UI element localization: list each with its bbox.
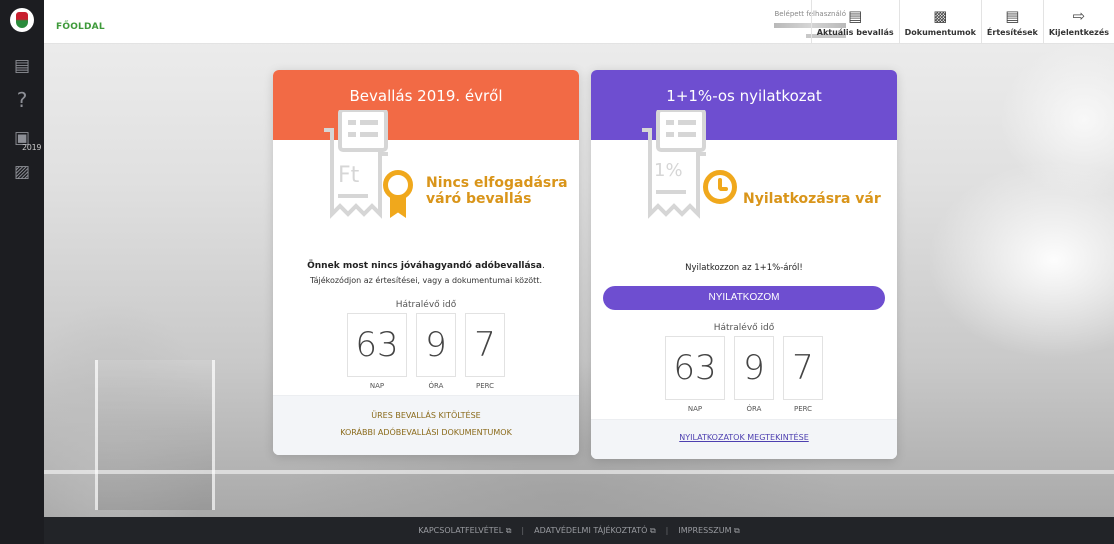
imprint-link[interactable]: IMPRESSZUM ⧉: [678, 526, 739, 536]
privacy-label: ADATVÉDELMI TÁJÉKOZTATÓ: [534, 525, 648, 535]
nav-logout[interactable]: ⇨ Kijelentkezés: [1042, 0, 1114, 44]
card-footer: ÜRES BEVALLÁS KITÖLTÉSE KORÁBBI ADÓBEVAL…: [273, 395, 579, 455]
calendar-icon[interactable]: ▣ 2019: [8, 126, 42, 152]
minutes-value: 7: [783, 336, 823, 400]
document-search-icon: ▤: [848, 6, 863, 25]
countdown-units: NAP ÓRA PERC: [591, 405, 897, 413]
nav-label: Dokumentumok: [904, 27, 976, 37]
current-return-icon[interactable]: ▤: [8, 54, 36, 78]
logout-icon: ⇨: [1072, 6, 1086, 25]
minutes-value: 7: [465, 313, 505, 377]
card-footer: NYILATKOZATOK MEGTEKINTÉSE: [591, 419, 897, 459]
svg-text:1%: 1%: [654, 160, 683, 181]
page-footer: KAPCSOLATFELVÉTEL ⧉ | ADATVÉDELMI TÁJÉKO…: [44, 517, 1114, 544]
nav-label: Értesítések: [986, 27, 1038, 37]
notification-icon: ▤: [1005, 6, 1020, 25]
countdown-units: NAP ÓRA PERC: [273, 382, 579, 390]
year-badge: 2019: [22, 143, 42, 152]
sidebar: ▤ ? ▣ 2019 ▨: [0, 0, 44, 544]
remaining-label: Hátralévő idő: [713, 323, 775, 333]
home-link[interactable]: FŐOLDAL: [56, 22, 105, 32]
days-value: 63: [665, 336, 725, 400]
view-declarations-link[interactable]: NYILATKOZATOK MEGTEKINTÉSE: [591, 433, 897, 442]
info-text: Nyilatkozzon az 1+1%-áról!: [685, 263, 803, 273]
table-decoration: [44, 470, 1114, 474]
separator: |: [521, 526, 525, 535]
empty-return-link[interactable]: ÜRES BEVALLÁS KITÖLTÉSE: [273, 411, 579, 420]
svg-text:Ft: Ft: [338, 163, 360, 188]
documents-icon: ▩: [933, 6, 948, 25]
previous-documents-link[interactable]: KORÁBBI ADÓBEVALLÁSI DOKUMENTUMOK: [273, 428, 579, 437]
unit-days: NAP: [369, 382, 385, 390]
contact-link[interactable]: KAPCSOLATFELVÉTEL ⧉: [418, 526, 511, 536]
pledge-document-illustration: 1%: [642, 110, 706, 219]
top-bar: FŐOLDAL Belépett felhasználó ▤ Aktuális …: [44, 0, 1114, 44]
status-text: Nyilatkozásra vár: [743, 191, 881, 207]
archive-icon[interactable]: ▨: [8, 160, 36, 184]
hours-value: 9: [734, 336, 774, 400]
unit-days: NAP: [687, 405, 703, 413]
unit-minutes: PERC: [793, 405, 813, 413]
unit-hours: ÓRA: [746, 405, 762, 413]
nav-label: Kijelentkezés: [1048, 27, 1109, 37]
tax-document-illustration: Ft: [324, 110, 388, 219]
contact-label: KAPCSOLATFELVÉTEL: [418, 525, 504, 535]
info-subtext: Tájékozódjon az értesítései, vagy a doku…: [310, 276, 542, 285]
status-text: Nincs elfogadásra váró bevallás: [426, 175, 568, 207]
award-icon: [383, 170, 413, 200]
days-value: 63: [347, 313, 407, 377]
nav-current-return[interactable]: ▤ Aktuális bevallás: [810, 0, 899, 44]
nav-documents[interactable]: ▩ Dokumentumok: [898, 0, 981, 44]
award-ribbon: [390, 196, 406, 218]
top-nav: ▤ Aktuális bevallás ▩ Dokumentumok ▤ Ért…: [810, 0, 1114, 44]
privacy-link[interactable]: ADATVÉDELMI TÁJÉKOZTATÓ ⧉: [534, 526, 656, 536]
info-text: Önnek most nincs jóváhagyandó adóbevallá…: [273, 261, 579, 271]
external-link-icon: ⧉: [649, 525, 656, 535]
coat-of-arms-logo[interactable]: [10, 8, 34, 32]
unit-hours: ÓRA: [428, 382, 444, 390]
remaining-label: Hátralévő idő: [395, 300, 457, 310]
imprint-label: IMPRESSZUM: [678, 525, 732, 535]
hours-value: 9: [416, 313, 456, 377]
external-link-icon: ⧉: [505, 525, 512, 535]
clock-hand-minute: [719, 187, 728, 191]
nav-notifications[interactable]: ▤ Értesítések: [980, 0, 1043, 44]
declare-button[interactable]: NYILATKOZOM: [603, 286, 885, 310]
nav-label: Aktuális bevallás: [816, 27, 894, 37]
pledge-card: 1+1%-os nyilatkozat 1% Nyilatkozásra vár…: [591, 70, 897, 459]
external-link-icon: ⧉: [734, 525, 740, 535]
help-icon[interactable]: ?: [8, 88, 36, 112]
tax-return-card: Bevallás 2019. évről Ft Nincs elfogadásr…: [273, 70, 579, 455]
countdown: 63 9 7: [273, 313, 579, 377]
info-bold: Önnek most nincs jóváhagyandó adóbevallá…: [307, 261, 542, 271]
separator: |: [665, 526, 669, 535]
unit-minutes: PERC: [475, 382, 495, 390]
countdown: 63 9 7: [591, 336, 897, 400]
glass-decoration: [95, 360, 215, 510]
info-punct: .: [542, 261, 545, 271]
